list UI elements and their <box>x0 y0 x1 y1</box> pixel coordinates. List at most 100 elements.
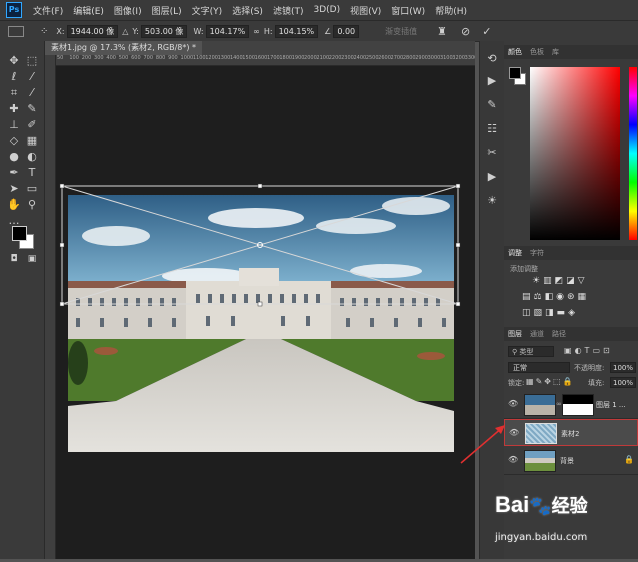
tab-color[interactable]: 颜色 <box>504 47 526 57</box>
tab-adjustments[interactable]: 调整 <box>504 248 526 258</box>
path-select-icon[interactable]: ➤ <box>6 181 22 197</box>
layer-row-material2[interactable]: 👁 素材2 <box>504 419 638 446</box>
commit-icon[interactable]: ✓ <box>482 25 491 38</box>
magic-wand-icon[interactable]: ⁄ <box>24 69 40 85</box>
exposure-icon[interactable]: ◪ <box>566 276 578 286</box>
timeline-panel-icon[interactable]: ▶ <box>484 169 500 185</box>
tab-paths[interactable]: 路径 <box>548 329 570 339</box>
layer-mask-thumbnail[interactable] <box>562 394 594 416</box>
blend-mode-select[interactable]: 正常 <box>508 362 570 373</box>
shape-filter-icon[interactable]: ▭ <box>592 346 603 355</box>
reference-point-icon[interactable]: ⁘ <box>40 26 48 37</box>
menu-image[interactable]: 图像(I) <box>109 4 147 17</box>
layer-row-background[interactable]: 👁 背景 🔒 <box>504 447 638 475</box>
hue-sat-icon[interactable]: ▤ <box>522 292 534 302</box>
cancel-icon[interactable]: ⊘ <box>461 25 470 38</box>
history-panel-icon[interactable]: ⟲ <box>484 51 500 67</box>
menu-file[interactable]: 文件(F) <box>28 4 68 17</box>
gradient-map-icon[interactable]: ▬ <box>557 308 569 318</box>
tab-channels[interactable]: 通道 <box>526 329 548 339</box>
warp-icon[interactable]: ♜ <box>437 25 447 38</box>
transform-tool-icon[interactable] <box>8 25 24 37</box>
tools-preset-icon[interactable]: ✂ <box>484 145 500 161</box>
stamp-tool-icon[interactable]: ⊥ <box>6 117 22 133</box>
document-image[interactable] <box>56 66 475 559</box>
photo-filter-icon[interactable]: ◉ <box>556 292 567 302</box>
curves-icon[interactable]: ◩ <box>555 276 567 286</box>
w-field[interactable]: 104.17% <box>205 24 250 38</box>
layer-name[interactable]: 素材2 <box>561 429 579 439</box>
brush-tool-icon[interactable]: ✎ <box>24 101 40 117</box>
menu-layer[interactable]: 图层(L) <box>147 4 187 17</box>
move-tool-icon[interactable]: ✥ <box>6 53 22 69</box>
eyedropper-icon[interactable]: ⁄ <box>24 85 40 101</box>
menu-3d[interactable]: 3D(D) <box>308 5 345 15</box>
eraser-tool-icon[interactable]: ◇ <box>6 133 22 149</box>
menu-view[interactable]: 视图(V) <box>345 4 386 17</box>
opacity-field[interactable]: 100% <box>610 362 636 373</box>
color-foreground-swatch[interactable] <box>509 67 521 79</box>
posterize-icon[interactable]: ▧ <box>534 308 546 318</box>
color-picker-field[interactable] <box>530 67 620 240</box>
actions-panel-icon[interactable]: ▶ <box>484 73 500 89</box>
shape-tool-icon[interactable]: ▭ <box>24 181 40 197</box>
blur-tool-icon[interactable]: ● <box>6 149 22 165</box>
levels-icon[interactable]: ▥ <box>543 276 555 286</box>
vibrance-icon[interactable]: ▽ <box>578 276 588 286</box>
quick-mask-icon[interactable]: ◘ <box>6 251 22 267</box>
h-field[interactable]: 104.15% <box>274 24 319 38</box>
visibility-eye-icon[interactable]: 👁 <box>508 399 518 409</box>
pen-tool-icon[interactable]: ✒ <box>6 165 22 181</box>
channel-mixer-icon[interactable]: ⊛ <box>567 292 578 302</box>
lock-transparent-icon[interactable]: ▦ <box>526 377 536 386</box>
tab-libraries[interactable]: 库 <box>548 47 563 57</box>
pixel-filter-icon[interactable]: ▣ <box>564 346 575 355</box>
selective-color-icon[interactable]: ◈ <box>568 308 578 318</box>
layer-name[interactable]: 背景 <box>560 456 574 466</box>
interpolation-label[interactable]: 渐变插值 <box>385 26 417 37</box>
brush-panel-icon[interactable]: ✎ <box>484 97 500 113</box>
chain-link-icon[interactable]: ∞ <box>556 400 562 408</box>
zoom-tool-icon[interactable]: ⚲ <box>24 197 40 213</box>
layer-filter-select[interactable]: ⚲ 类型 <box>508 346 554 357</box>
document-tab[interactable]: 素材1.jpg @ 17.3% (素材2, RGB/8*) * <box>45 41 203 55</box>
lock-artboard-icon[interactable]: ⬚ <box>553 377 563 386</box>
menu-filter[interactable]: 滤镜(T) <box>268 4 309 17</box>
lock-move-icon[interactable]: ✥ <box>544 377 553 386</box>
invert-icon[interactable]: ◫ <box>522 308 534 318</box>
gradient-tool-icon[interactable]: ▦ <box>24 133 40 149</box>
screen-mode-icon[interactable]: ▣ <box>24 251 40 267</box>
learn-panel-icon[interactable]: ☀ <box>484 193 500 209</box>
foreground-color-swatch[interactable] <box>12 226 27 241</box>
brightness-icon[interactable]: ☀ <box>532 276 543 286</box>
link-icon[interactable]: ∞ <box>253 27 260 36</box>
lock-all-icon[interactable]: 🔒 <box>563 377 575 386</box>
threshold-icon[interactable]: ◨ <box>545 308 557 318</box>
tab-layers[interactable]: 图层 <box>504 329 526 339</box>
y-field[interactable]: 503.00 像 <box>140 24 188 38</box>
angle-field[interactable]: 0.00 <box>333 24 360 38</box>
tab-character[interactable]: 字符 <box>526 248 548 258</box>
canvas-area[interactable] <box>56 66 475 559</box>
adjust-filter-icon[interactable]: ◐ <box>575 346 585 355</box>
dodge-tool-icon[interactable]: ◐ <box>24 149 40 165</box>
hand-tool-icon[interactable]: ✋ <box>6 197 22 213</box>
menu-type[interactable]: 文字(Y) <box>187 4 228 17</box>
history-brush-icon[interactable]: ✐ <box>24 117 40 133</box>
crop-tool-icon[interactable]: ⌗ <box>6 85 22 101</box>
layer-row-layer1[interactable]: 👁 ∞ 图层 1 ... <box>504 391 638 419</box>
menu-window[interactable]: 窗口(W) <box>386 4 430 17</box>
healing-brush-icon[interactable]: ✚ <box>6 101 22 117</box>
properties-panel-icon[interactable]: ☷ <box>484 121 500 137</box>
smart-filter-icon[interactable]: ⊡ <box>603 346 613 355</box>
color-balance-icon[interactable]: ⚖ <box>534 292 545 302</box>
menu-select[interactable]: 选择(S) <box>227 4 268 17</box>
hue-slider[interactable] <box>629 67 637 240</box>
tab-swatches[interactable]: 色板 <box>526 47 548 57</box>
layer-name[interactable]: 图层 1 ... <box>596 400 626 410</box>
bw-icon[interactable]: ◧ <box>545 292 557 302</box>
color-lookup-icon[interactable]: ▦ <box>578 292 590 302</box>
delta-icon[interactable]: △ <box>122 27 128 36</box>
x-field[interactable]: 1944.00 像 <box>66 24 119 38</box>
lock-paint-icon[interactable]: ✎ <box>536 377 545 386</box>
